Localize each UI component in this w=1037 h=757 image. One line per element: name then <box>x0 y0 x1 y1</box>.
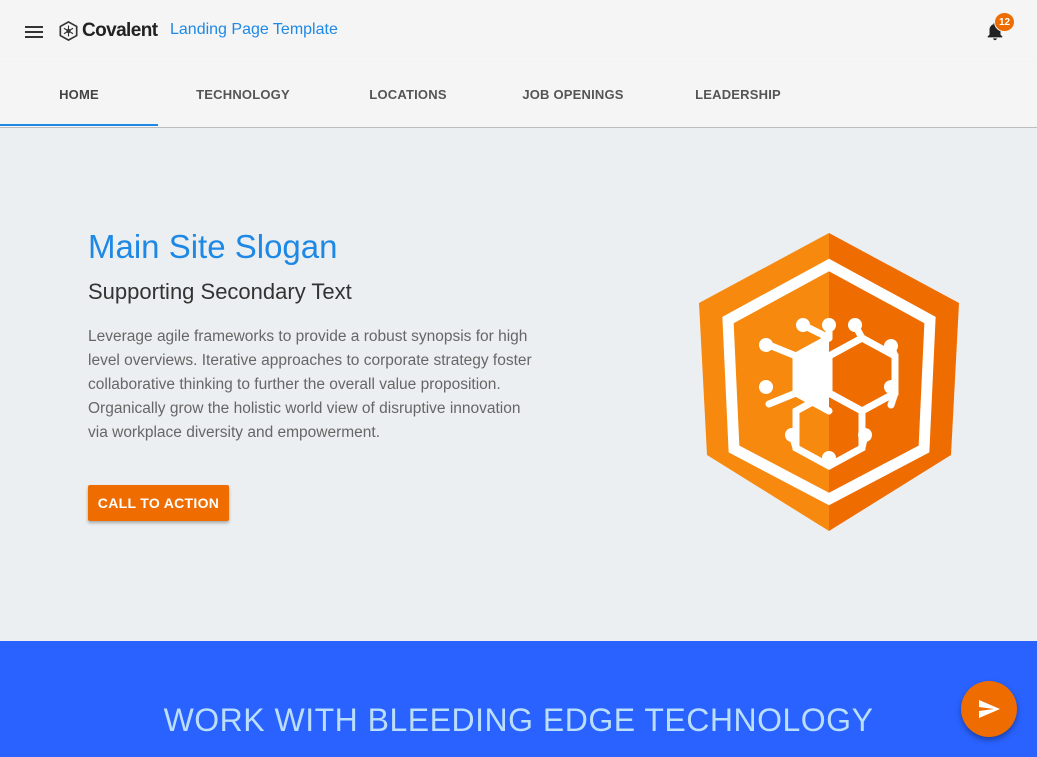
tab-locations[interactable]: LOCATIONS <box>329 62 487 127</box>
app-title: Landing Page Template <box>170 21 338 38</box>
send-icon <box>979 700 1000 718</box>
tab-job-openings[interactable]: JOB OPENINGS <box>494 62 652 127</box>
covalent-hex-logo-icon <box>699 233 959 531</box>
tab-home[interactable]: HOME <box>0 62 158 127</box>
brand-name: Covalent <box>82 20 158 41</box>
send-fab-button[interactable] <box>961 681 1017 737</box>
notification-badge: 12 <box>994 12 1015 32</box>
technology-section: WORK WITH BLEEDING EDGE TECHNOLOGY <box>0 641 1037 757</box>
top-toolbar: Covalent Landing Page Template 12 <box>0 0 1037 62</box>
tab-bar: HOME TECHNOLOGY LOCATIONS JOB OPENINGS L… <box>0 62 1037 128</box>
main-slogan: Main Site Slogan <box>88 228 338 265</box>
covalent-logo[interactable]: Covalent <box>59 19 158 43</box>
covalent-logo-icon <box>59 21 78 41</box>
hero-section: Main Site Slogan Supporting Secondary Te… <box>0 128 1037 641</box>
section-heading: WORK WITH BLEEDING EDGE TECHNOLOGY <box>163 702 874 738</box>
tab-technology[interactable]: TECHNOLOGY <box>164 62 322 127</box>
secondary-text: Supporting Secondary Text <box>88 279 352 304</box>
active-tab-indicator <box>0 124 158 126</box>
tab-leadership[interactable]: LEADERSHIP <box>659 62 817 127</box>
menu-icon[interactable] <box>22 21 46 43</box>
call-to-action-button[interactable]: CALL TO ACTION <box>88 485 229 521</box>
hero-body-text: Leverage agile frameworks to provide a r… <box>88 328 532 441</box>
